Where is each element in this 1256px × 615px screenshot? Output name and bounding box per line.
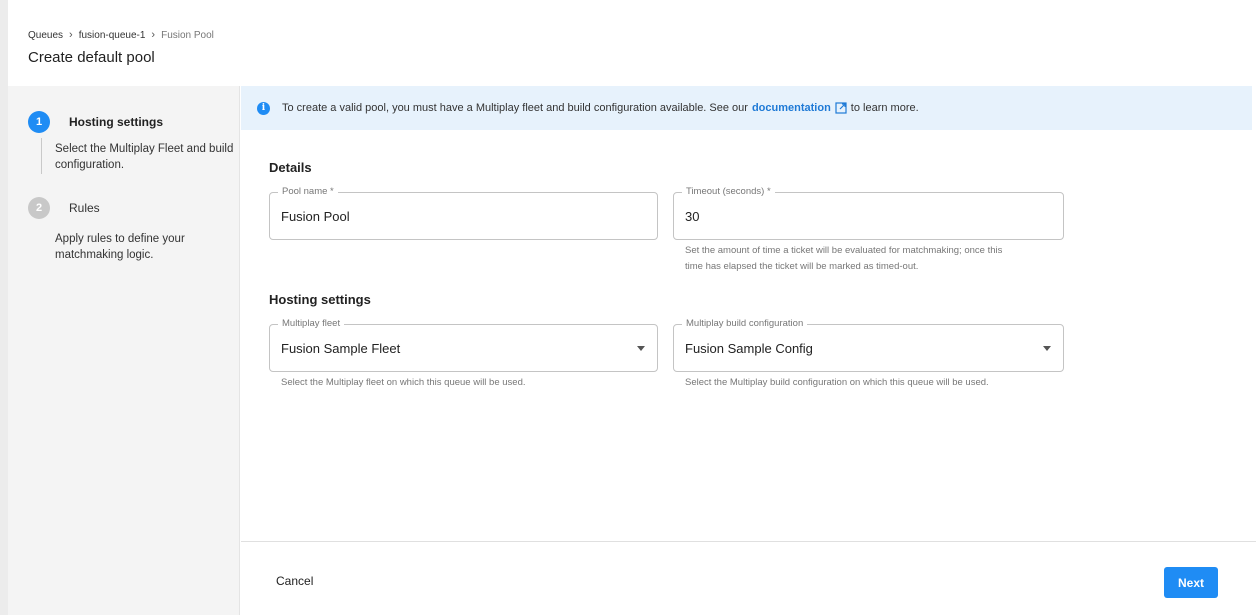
timeout-helper-line: Set the amount of time a ticket will be … (685, 245, 1003, 256)
multiplay-fleet-select[interactable]: Multiplay fleet Fusion Sample Fleet (269, 318, 658, 372)
step-number-badge: 2 (28, 197, 50, 219)
step-label: Rules (69, 201, 100, 215)
timeout-helper-line: time has elapsed the ticket will be mark… (685, 261, 919, 272)
info-banner-text-end: to learn more. (850, 102, 919, 114)
stepper-panel: 1 Hosting settings Select the Multiplay … (8, 86, 240, 615)
footer-divider (241, 541, 1256, 542)
pool-name-label: Pool name * (278, 186, 338, 197)
next-button[interactable]: Next (1164, 567, 1218, 598)
breadcrumb: Queues › fusion-queue-1 › Fusion Pool (28, 28, 214, 42)
build-config-value: Fusion Sample Config (685, 341, 813, 356)
step-label: Hosting settings (69, 115, 164, 129)
external-link-icon[interactable] (835, 102, 847, 114)
step-connector (41, 138, 42, 174)
step-number-badge: 1 (28, 111, 50, 133)
dropdown-arrow-icon[interactable] (637, 346, 645, 351)
info-banner-text: To create a valid pool, you must have a … (282, 102, 748, 114)
cancel-button[interactable]: Cancel (276, 574, 313, 588)
info-icon: i (257, 101, 270, 115)
page-header: Queues › fusion-queue-1 › Fusion Pool Cr… (28, 28, 214, 66)
dropdown-arrow-icon[interactable] (1043, 346, 1051, 351)
chevron-right-icon: › (151, 29, 156, 41)
chevron-right-icon: › (69, 29, 73, 41)
info-banner: i To create a valid pool, you must have … (241, 86, 1252, 130)
details-section-title: Details (269, 160, 312, 175)
build-config-label: Multiplay build configuration (682, 318, 808, 329)
multiplay-fleet-label: Multiplay fleet (278, 318, 345, 329)
timeout-field[interactable]: Timeout (seconds) * 30 (673, 186, 1064, 240)
multiplay-fleet-value: Fusion Sample Fleet (281, 341, 401, 356)
hosting-section-title: Hosting settings (269, 292, 371, 307)
breadcrumb-item-queue[interactable]: fusion-queue-1 (79, 30, 146, 41)
breadcrumb-item-current: Fusion Pool (161, 29, 214, 41)
build-config-select[interactable]: Multiplay build configuration Fusion Sam… (673, 318, 1064, 372)
pool-name-value[interactable]: Fusion Pool (281, 209, 350, 224)
timeout-helper-text: Set the amount of time a ticket will be … (685, 243, 1002, 275)
build-config-helper: Select the Multiplay build configuration… (685, 377, 989, 388)
timeout-value[interactable]: 30 (685, 209, 699, 224)
documentation-link[interactable]: documentation (752, 102, 831, 114)
timeout-label: Timeout (seconds) * (682, 186, 775, 197)
page-title: Create default pool (28, 49, 155, 66)
multiplay-fleet-helper: Select the Multiplay fleet on which this… (281, 377, 526, 388)
left-edge-bar (0, 0, 8, 615)
pool-name-field[interactable]: Pool name * Fusion Pool (269, 186, 658, 240)
step-description: Select the Multiplay Fleet and build con… (55, 143, 234, 171)
page: Queues › fusion-queue-1 › Fusion Pool Cr… (0, 0, 1256, 615)
step-description: Apply rules to define your matchmaking l… (55, 233, 185, 261)
breadcrumb-item-queues[interactable]: Queues (28, 30, 63, 41)
